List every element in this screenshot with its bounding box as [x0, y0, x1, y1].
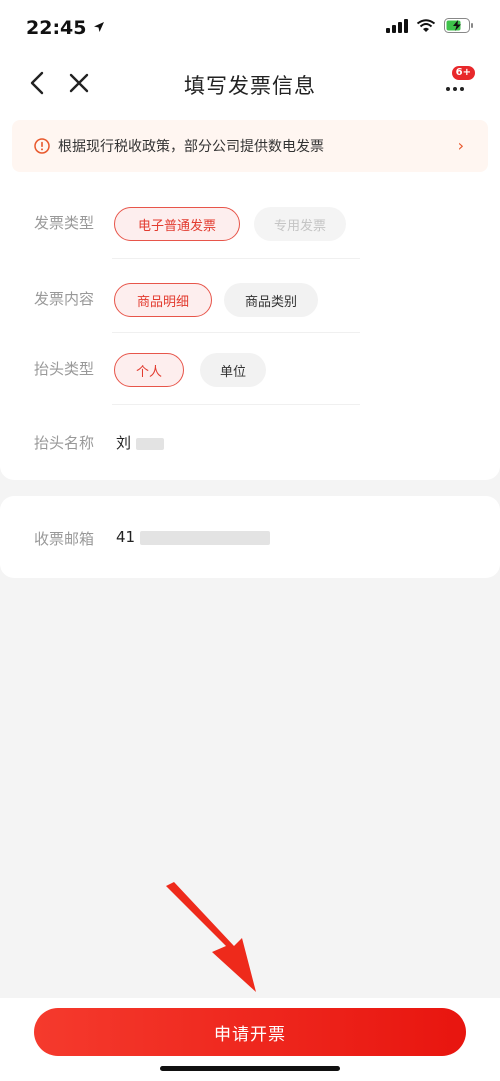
title-type-label: 抬头类型 — [34, 360, 95, 378]
divider — [112, 404, 360, 405]
email-label: 收票邮箱 — [34, 530, 95, 548]
email-row[interactable]: 收票邮箱 41 — [0, 512, 500, 568]
email-value[interactable]: 41 — [116, 528, 270, 546]
nav-bar: 填写发票信息 — [0, 55, 500, 110]
page-title: 填写发票信息 — [184, 74, 316, 98]
invoice-content-row: 发票内容 商品明细 商品类别 — [0, 272, 500, 328]
notification-badge: 6+ — [450, 65, 476, 81]
notice-text: 根据现行税收政策，部分公司提供数电发票 — [58, 139, 324, 155]
email-card: 收票邮箱 41 — [0, 496, 500, 578]
redacted-text — [135, 437, 164, 450]
invoice-content-option-detail[interactable]: 商品明细 — [114, 283, 212, 317]
battery-charging-icon — [444, 18, 473, 33]
apply-invoice-button[interactable]: 申请开票 — [34, 1008, 466, 1056]
title-name-row[interactable]: 抬头名称 刘 — [0, 416, 500, 472]
title-type-row: 抬头类型 个人 单位 — [0, 342, 500, 398]
wifi-icon — [416, 18, 436, 32]
invoice-type-label: 发票类型 — [34, 214, 95, 232]
chevron-right-icon: › — [457, 136, 464, 155]
invoice-type-option-electronic[interactable]: 电子普通发票 — [114, 207, 240, 241]
title-name-value[interactable]: 刘 — [116, 432, 164, 453]
info-alert-icon — [34, 138, 50, 154]
signal-icon — [386, 18, 408, 33]
status-time: 22:45 — [26, 17, 105, 39]
status-icons — [386, 18, 474, 33]
divider — [112, 332, 360, 333]
home-indicator — [160, 1066, 340, 1071]
invoice-content-label: 发票内容 — [34, 290, 95, 308]
title-type-option-personal[interactable]: 个人 — [114, 353, 184, 387]
invoice-content-option-category[interactable]: 商品类别 — [224, 283, 318, 317]
redacted-text — [139, 530, 270, 545]
header-area: 22:45 填写发票信息 6+ — [0, 0, 500, 110]
tax-policy-notice[interactable]: 根据现行税收政策，部分公司提供数电发票 › — [12, 120, 488, 172]
status-bar: 22:45 — [0, 0, 500, 55]
invoice-type-option-special[interactable]: 专用发票 — [254, 207, 346, 241]
invoice-type-row: 发票类型 电子普通发票 专用发票 — [0, 196, 500, 252]
red-pointer-arrow-icon — [166, 882, 256, 992]
location-arrow-icon — [94, 22, 105, 32]
title-type-option-company[interactable]: 单位 — [200, 353, 266, 387]
divider — [112, 258, 360, 259]
invoice-form-card: 根据现行税收政策，部分公司提供数电发票 › 发票类型 电子普通发票 专用发票 发… — [0, 110, 500, 480]
title-name-label: 抬头名称 — [34, 434, 95, 452]
